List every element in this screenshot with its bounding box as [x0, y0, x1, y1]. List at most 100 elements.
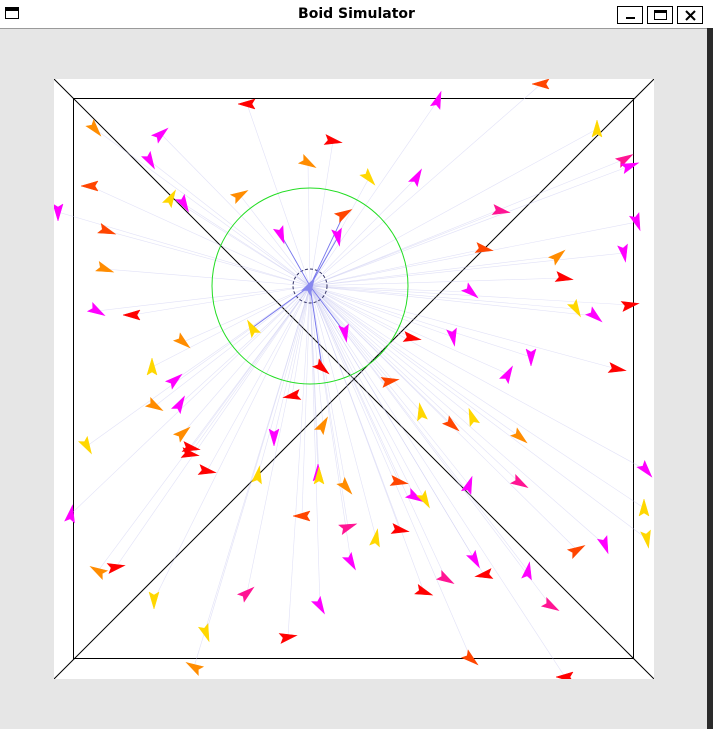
maximize-button[interactable]	[647, 6, 673, 24]
boid-body	[380, 377, 400, 388]
neighbor-link	[89, 185, 311, 287]
boid	[229, 190, 249, 204]
neighbor-link	[309, 285, 509, 375]
boid-body	[389, 475, 409, 486]
boid-body	[435, 570, 455, 584]
boid	[359, 167, 376, 186]
title-bar[interactable]: Boid Simulator	[0, 0, 713, 29]
neighbor-link	[160, 133, 311, 287]
boid-body	[567, 298, 581, 318]
neighbor-link	[131, 285, 311, 316]
boid	[540, 597, 560, 611]
boid-body	[80, 180, 99, 192]
boid	[460, 649, 479, 666]
boid	[596, 535, 609, 555]
boid	[607, 362, 627, 373]
boid	[297, 154, 317, 168]
minimize-button[interactable]	[617, 6, 643, 24]
boid	[521, 561, 532, 581]
neighbor-link	[309, 285, 521, 438]
boid	[175, 193, 189, 213]
boid	[435, 570, 455, 584]
simulation-canvas[interactable]	[54, 79, 654, 679]
neighbor-link	[183, 203, 311, 287]
neighbor-link	[309, 99, 439, 287]
window-title: Boid Simulator	[298, 6, 415, 22]
boid	[95, 260, 115, 273]
boid	[311, 595, 325, 615]
boid	[146, 357, 158, 376]
boid	[236, 586, 255, 603]
boid-body	[640, 529, 651, 549]
boid	[460, 282, 479, 299]
boid	[525, 348, 537, 367]
boid	[474, 242, 494, 253]
neighbor-link	[309, 83, 542, 287]
neighbor-link	[97, 285, 311, 572]
neighbor-link	[309, 285, 648, 540]
boid-body	[85, 118, 102, 137]
boid-body	[525, 348, 537, 367]
boid-body	[638, 498, 650, 517]
boid-body	[150, 127, 169, 144]
boid	[638, 498, 650, 517]
neighbor-link	[94, 128, 311, 287]
boid-body	[323, 134, 343, 145]
neighbor-link	[149, 160, 311, 287]
boid-body	[197, 464, 217, 475]
boid-body	[338, 523, 358, 536]
close-icon	[685, 10, 696, 21]
boid-body	[390, 523, 410, 534]
boid	[402, 331, 422, 342]
boid	[185, 662, 205, 676]
boid	[164, 373, 183, 390]
boid-body	[148, 591, 160, 610]
boid-body	[64, 504, 75, 524]
neighbor-link	[206, 285, 311, 472]
boid	[148, 591, 160, 610]
window-icon[interactable]	[5, 7, 19, 19]
boid-body	[172, 426, 191, 443]
boid	[122, 309, 141, 321]
boid	[414, 583, 434, 596]
boid-body	[499, 365, 513, 385]
boid	[380, 377, 400, 388]
boid	[172, 426, 191, 443]
boid-body	[247, 319, 261, 339]
neighbor-link	[70, 285, 311, 515]
boid	[531, 79, 550, 90]
neighbor-link	[193, 285, 311, 668]
boid	[78, 435, 92, 455]
boid-body	[297, 154, 317, 168]
neighbor-link	[309, 285, 578, 551]
boid-body	[171, 395, 185, 415]
simulation-svg	[54, 79, 654, 679]
boid	[466, 549, 480, 569]
boid	[499, 365, 513, 385]
boid-body	[402, 331, 422, 342]
boid-body	[333, 209, 353, 223]
boid	[333, 209, 353, 223]
boid-body	[185, 662, 205, 676]
boid-body	[460, 475, 473, 495]
neighbor-link	[309, 285, 521, 484]
boid-body	[491, 204, 511, 215]
boid	[141, 150, 155, 170]
boid-body	[172, 332, 191, 349]
boid	[64, 504, 75, 524]
neighbor-link	[309, 248, 485, 287]
neighbor-link	[309, 221, 638, 287]
neighbor-link	[182, 285, 311, 434]
boid-body	[446, 327, 457, 347]
boid	[555, 671, 574, 679]
boid	[106, 563, 126, 574]
boid	[172, 332, 191, 349]
neighbor-link	[309, 176, 418, 287]
neighbor-link	[189, 285, 311, 455]
arena-frame	[54, 79, 654, 679]
close-button[interactable]	[677, 6, 703, 24]
boid-body	[197, 623, 210, 643]
boid	[150, 127, 169, 144]
boid	[311, 358, 330, 375]
boid	[620, 301, 640, 312]
